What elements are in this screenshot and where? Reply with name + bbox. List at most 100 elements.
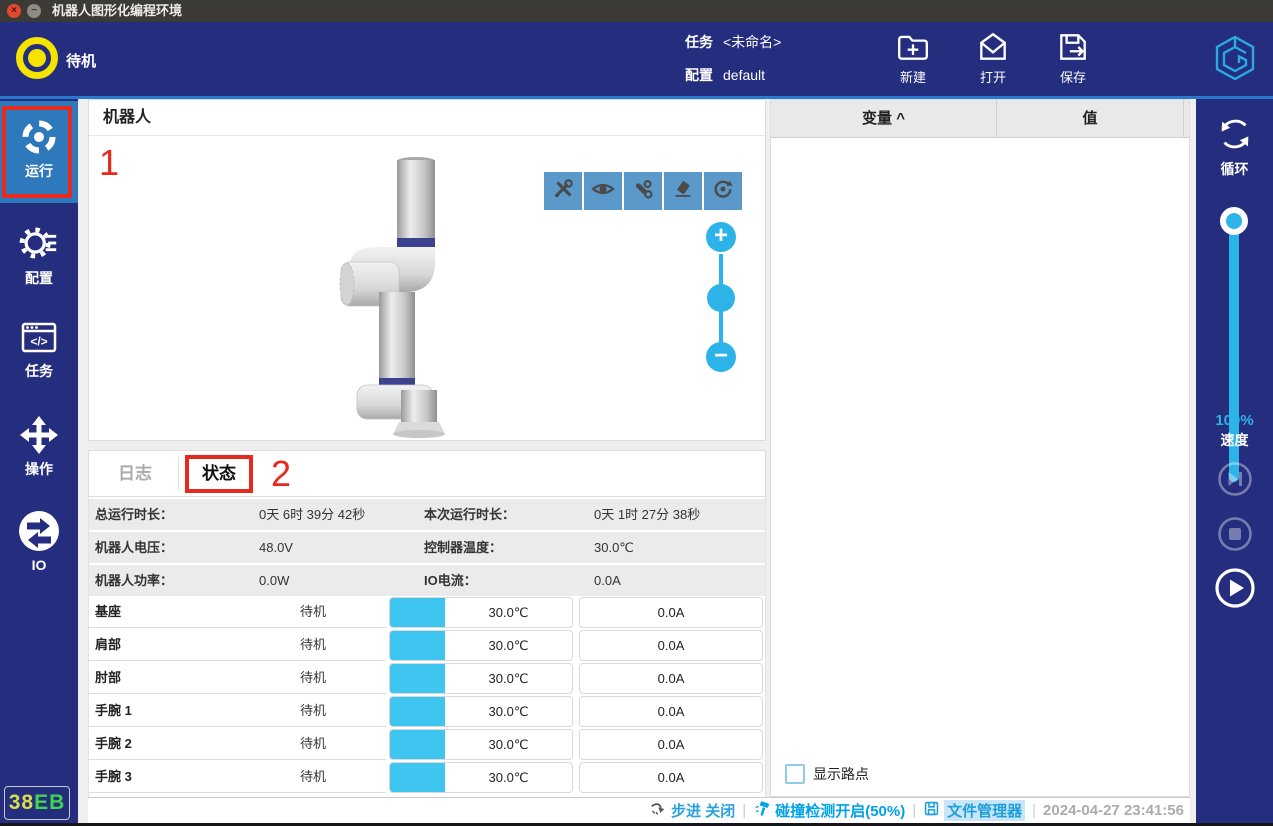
joint-status-color	[390, 664, 445, 693]
reset-rotate-icon	[712, 178, 734, 205]
loop-button[interactable]: 循环	[1196, 113, 1273, 179]
status-bar: 步进 关闭 | 碰撞检测开启(50%) | 文件管理器 | 2024-04-27…	[88, 797, 1190, 823]
stop-button[interactable]	[1217, 516, 1253, 552]
joint-state: 待机	[243, 663, 383, 693]
variables-header: 变量 ^ 值	[771, 100, 1189, 138]
collision-detection-toggle[interactable]: 碰撞检测开启(50%)	[753, 800, 905, 822]
zoom-in-button[interactable]: +	[706, 222, 736, 252]
sidebar-item-run[interactable]: 运行	[0, 101, 78, 203]
joint-temp: 30.0℃	[445, 598, 572, 627]
badge-id-part2: EB	[34, 791, 65, 814]
joint-status-color	[390, 697, 445, 726]
zoom-slider-handle[interactable]	[707, 284, 735, 312]
left-sidebar: 运行 配置 </> 任务 操作 IO 38EB	[0, 99, 78, 826]
joint-temp: 30.0℃	[445, 631, 572, 660]
datetime-display: 2024-04-27 23:41:56	[1043, 802, 1184, 819]
summary-value: 0天 6时 39分 42秒	[259, 499, 365, 530]
code-window-icon: </>	[0, 317, 78, 357]
reset-view-button[interactable]	[704, 172, 742, 210]
sidebar-item-task[interactable]: </> 任务	[0, 317, 78, 381]
column-header-variable[interactable]: 变量 ^	[771, 100, 997, 137]
brand-logo-icon	[1211, 34, 1259, 87]
save-task-button[interactable]: 保存	[1042, 30, 1104, 86]
sidebar-item-label: 运行	[0, 161, 78, 181]
show-waypoints-label: 显示路点	[813, 764, 869, 784]
summary-value: 0.0A	[594, 565, 621, 596]
joint-temp: 30.0℃	[445, 697, 572, 726]
robot-id-badge: 38EB	[4, 786, 70, 820]
summary-label: 本次运行时长：	[424, 499, 515, 530]
window-close-button[interactable]: ×	[7, 4, 21, 18]
joint-current: 0.0A	[579, 762, 763, 793]
joint-current: 0.0A	[579, 663, 763, 694]
summary-label: 机器人电压：	[95, 532, 173, 563]
joint-name: 手腕 3	[95, 762, 132, 792]
sidebar-item-io[interactable]: IO	[0, 509, 78, 573]
sidebar-item-operate[interactable]: 操作	[0, 415, 78, 479]
summary-label: 总运行时长：	[95, 499, 173, 530]
badge-id-part1: 38	[9, 791, 34, 814]
summary-value: 30.0℃	[594, 532, 634, 563]
new-button-label: 新建	[882, 67, 944, 86]
step-arrow-icon	[649, 800, 667, 822]
robot-state-label: 待机	[66, 50, 96, 71]
window-title: 机器人图形化编程环境	[52, 0, 182, 22]
open-task-button[interactable]: 打开	[962, 30, 1024, 86]
new-task-button[interactable]: 新建	[882, 30, 944, 86]
window-minimize-button[interactable]: −	[27, 4, 41, 18]
save-disk-icon	[1042, 30, 1104, 64]
open-envelope-icon	[962, 30, 1024, 64]
annotation-number-1: 1	[99, 142, 119, 184]
table-row: 手腕 2待机 30.0℃ 0.0A	[89, 729, 767, 760]
summary-value: 48.0V	[259, 532, 293, 563]
svg-text:</>: </>	[30, 335, 47, 349]
waypoint-path-button[interactable]	[624, 172, 662, 210]
new-folder-icon	[882, 30, 944, 64]
file-manager-button[interactable]: 文件管理器	[923, 800, 1025, 821]
summary-value: 0天 1时 27分 38秒	[594, 499, 700, 530]
joint-name: 肩部	[95, 630, 121, 660]
loop-arrows-icon	[1196, 113, 1273, 155]
statusbar-separator: |	[912, 802, 916, 819]
variables-panel: 变量 ^ 值 显示路点	[770, 99, 1190, 797]
statusbar-separator: |	[742, 802, 746, 819]
save-button-label: 保存	[1042, 67, 1104, 86]
app-window: × − 机器人图形化编程环境 待机 任务<未命名> 配置default 新建 打…	[0, 0, 1273, 826]
table-row: 肩部待机 30.0℃ 0.0A	[89, 630, 767, 661]
show-waypoints-checkbox[interactable]	[785, 764, 805, 784]
config-value: default	[723, 67, 765, 83]
open-button-label: 打开	[962, 67, 1024, 86]
zoom-out-button[interactable]: −	[706, 342, 736, 372]
show-waypoints-row: 显示路点	[785, 764, 869, 784]
move-arrows-icon	[0, 415, 78, 455]
play-button[interactable]	[1214, 567, 1256, 609]
speed-label: 速度	[1196, 430, 1273, 450]
annotation-number-2: 2	[271, 453, 291, 495]
robot-state-icon	[16, 37, 58, 79]
speed-slider-handle[interactable]	[1220, 207, 1248, 235]
step-forward-button[interactable]	[1217, 461, 1253, 497]
log-status-tabs: 日志 状态 2	[88, 450, 766, 497]
robot-3d-view[interactable]	[319, 150, 469, 445]
joint-status-table: 基座待机 30.0℃ 0.0A 肩部待机 30.0℃ 0.0A 肘部待机 30.…	[89, 597, 767, 795]
step-mode-toggle[interactable]: 步进 关闭	[649, 800, 735, 822]
joint-name: 手腕 1	[95, 696, 132, 726]
tab-log[interactable]: 日志	[99, 458, 171, 490]
robot-panel-title: 机器人	[89, 100, 765, 136]
task-label: 任务	[685, 34, 713, 50]
joint-status-color	[390, 763, 445, 792]
joint-state: 待机	[243, 597, 383, 627]
sidebar-item-config[interactable]: 配置	[0, 222, 78, 288]
eye-icon	[591, 177, 615, 206]
tab-divider	[178, 457, 179, 491]
config-label: 配置	[685, 67, 713, 83]
tools-button[interactable]	[544, 172, 582, 210]
config-row: 配置 default	[685, 65, 765, 85]
column-header-value[interactable]: 值	[997, 100, 1184, 137]
tab-status[interactable]: 状态	[185, 455, 253, 493]
speed-percent: 100%	[1196, 412, 1273, 429]
joint-current: 0.0A	[579, 597, 763, 628]
visibility-button[interactable]	[584, 172, 622, 210]
erase-button[interactable]	[664, 172, 702, 210]
statusbar-separator: |	[1032, 802, 1036, 819]
